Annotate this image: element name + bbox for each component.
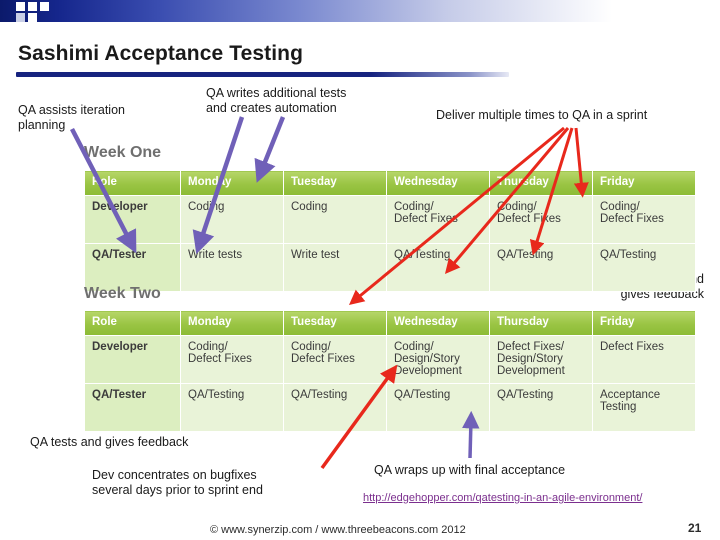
column-header-wednesday: Wednesday bbox=[386, 310, 490, 336]
banner-square-2 bbox=[28, 2, 37, 11]
cell-w1-dev-mon: Coding bbox=[180, 195, 284, 244]
week-two-table: Role Monday Tuesday Wednesday Thursday F… bbox=[84, 310, 696, 432]
banner-square-5 bbox=[28, 13, 37, 22]
cell-w2-qa-thu: QA/Testing bbox=[489, 383, 593, 432]
slide-top-banner bbox=[0, 0, 720, 26]
week-one-table: Role Monday Tuesday Wednesday Thursday F… bbox=[84, 170, 696, 292]
week-two-heading: Week Two bbox=[84, 285, 161, 302]
table-header-row: Role Monday Tuesday Wednesday Thursday F… bbox=[84, 310, 696, 336]
cell-w2-dev-mon: Coding/ Defect Fixes bbox=[180, 335, 284, 384]
column-header-thursday: Thursday bbox=[489, 310, 593, 336]
cell-w2-qa-fri: Acceptance Testing bbox=[592, 383, 696, 432]
column-header-tuesday: Tuesday bbox=[283, 170, 387, 196]
cell-w2-qa-wed: QA/Testing bbox=[386, 383, 490, 432]
column-header-monday: Monday bbox=[180, 310, 284, 336]
column-header-role: Role bbox=[84, 310, 181, 336]
column-header-monday: Monday bbox=[180, 170, 284, 196]
column-header-role: Role bbox=[84, 170, 181, 196]
annotation-qa-assists-planning: QA assists iteration planning bbox=[18, 103, 125, 132]
cell-w1-qa-tue: Write test bbox=[283, 243, 387, 292]
annotation-dev-concentrates-bugfixes: Dev concentrates on bugfixes several day… bbox=[92, 468, 263, 497]
source-link[interactable]: http://edgehopper.com/qatesting-in-an-ag… bbox=[363, 492, 642, 504]
banner-gradient bbox=[0, 0, 720, 22]
annotation-qa-wraps-up: QA wraps up with final acceptance bbox=[374, 463, 566, 477]
annotation-deliver-multiple-times: Deliver multiple times to QA in a sprint bbox=[436, 108, 648, 122]
page-number: 21 bbox=[688, 521, 702, 535]
cell-w1-dev-tue: Coding bbox=[283, 195, 387, 244]
cell-w1-dev-thu: Coding/ Defect Fixes bbox=[489, 195, 593, 244]
cell-w2-dev-fri: Defect Fixes bbox=[592, 335, 696, 384]
cell-w1-dev-fri: Coding/ Defect Fixes bbox=[592, 195, 696, 244]
table-row: QA/Tester Write tests Write test QA/Test… bbox=[84, 243, 696, 292]
annotation-qa-writes-tests: QA writes additional tests and creates a… bbox=[206, 86, 347, 115]
cell-w1-qa-mon: Write tests bbox=[180, 243, 284, 292]
cell-w1-qa-thu: QA/Testing bbox=[489, 243, 593, 292]
cell-w2-dev-thu: Defect Fixes/ Design/Story Development bbox=[489, 335, 593, 384]
arrow-qa-writes-to-tuesday bbox=[254, 116, 286, 183]
column-header-thursday: Thursday bbox=[489, 170, 593, 196]
title-underline-rule bbox=[16, 72, 509, 77]
cell-w2-qa-tue: QA/Testing bbox=[283, 383, 387, 432]
banner-square-1 bbox=[16, 2, 25, 11]
cell-w1-qa-wed: QA/Testing bbox=[386, 243, 490, 292]
cell-w1-qa-fri: QA/Testing bbox=[592, 243, 696, 292]
cell-w2-dev-tue: Coding/ Defect Fixes bbox=[283, 335, 387, 384]
table-row: QA/Tester QA/Testing QA/Testing QA/Testi… bbox=[84, 383, 696, 432]
week-one-heading: Week One bbox=[84, 144, 162, 161]
column-header-tuesday: Tuesday bbox=[283, 310, 387, 336]
page-title: Sashimi Acceptance Testing bbox=[18, 42, 304, 65]
banner-square-3 bbox=[40, 2, 49, 11]
cell-w1-dev-wed: Coding/ Defect Fixes bbox=[386, 195, 490, 244]
slide: Sashimi Acceptance Testing QA assists it… bbox=[0, 0, 720, 540]
cell-w2-dev-wed: Coding/ Design/Story Development bbox=[386, 335, 490, 384]
cell-w2-qa-mon: QA/Testing bbox=[180, 383, 284, 432]
row-label-developer: Developer bbox=[84, 335, 181, 384]
column-header-wednesday: Wednesday bbox=[386, 170, 490, 196]
row-label-qa-tester: QA/Tester bbox=[84, 383, 181, 432]
column-header-friday: Friday bbox=[592, 170, 696, 196]
table-header-row: Role Monday Tuesday Wednesday Thursday F… bbox=[84, 170, 696, 196]
row-label-developer: Developer bbox=[84, 195, 181, 244]
table-row: Developer Coding Coding Coding/ Defect F… bbox=[84, 195, 696, 244]
annotation-qa-tests-gives-feedback-left: QA tests and gives feedback bbox=[30, 435, 189, 449]
column-header-friday: Friday bbox=[592, 310, 696, 336]
banner-square-4 bbox=[16, 13, 25, 22]
table-row: Developer Coding/ Defect Fixes Coding/ D… bbox=[84, 335, 696, 384]
footer-copyright: © www.synerzip.com / www.threebeacons.co… bbox=[210, 524, 466, 536]
